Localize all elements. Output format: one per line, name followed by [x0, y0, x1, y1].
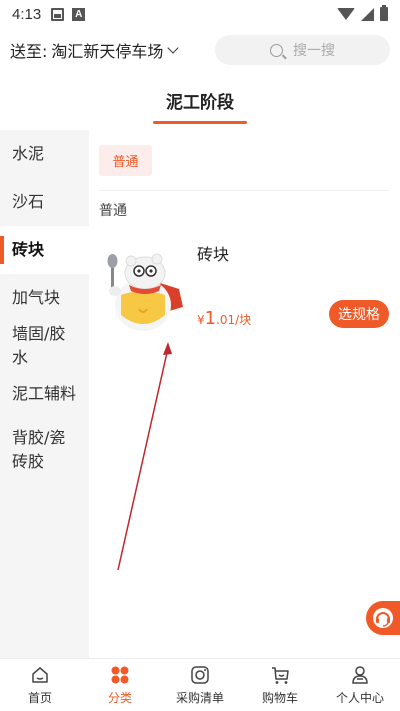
group-label: 普通 — [99, 203, 127, 219]
search-placeholder: 搜一搜 — [293, 43, 335, 59]
category-icon — [111, 666, 129, 684]
bottom-nav: 首页 分类 采购清单 购物车 个人中心 — [0, 658, 400, 711]
product-panel: 普通 普通 砖块 ¥1.01/块 选规格 — [89, 130, 400, 658]
stage-tab-indicator — [153, 121, 247, 124]
nav-label: 购物车 — [261, 691, 298, 705]
header: 送至: 淘汇新天停车场 搜一搜 — [0, 28, 400, 72]
price-integer: 1 — [204, 308, 217, 329]
sidebar-item-tile-adhesive[interactable]: 背胶/瓷砖胶 — [0, 418, 89, 484]
battery-icon — [380, 5, 388, 21]
sidebar-item-wall-glue[interactable]: 墙固/胶水 — [0, 322, 89, 370]
purchase-list-icon — [191, 666, 209, 684]
sidebar-item-cement[interactable]: 水泥 — [0, 130, 89, 178]
sidebar-item-label: 背胶/瓷砖胶 — [12, 428, 66, 471]
signal-icon — [361, 7, 374, 21]
cart-icon — [272, 667, 289, 684]
sidebar-item-masonry-accessories[interactable]: 泥工辅料 — [0, 370, 89, 418]
product-name[interactable]: 砖块 — [197, 241, 229, 265]
nav-category[interactable]: 分类 — [80, 659, 160, 711]
stage-title: 泥工阶段 — [166, 93, 234, 113]
mascot-illustration — [107, 253, 183, 331]
status-bar: 4:13 A — [0, 0, 400, 28]
nav-home[interactable]: 首页 — [0, 659, 80, 711]
divider — [99, 190, 390, 191]
sidebar-item-brick[interactable]: 砖块 — [0, 226, 89, 274]
delivery-location: 淘汇新天停车场 — [51, 42, 164, 61]
search-input[interactable]: 搜一搜 — [215, 35, 390, 65]
delivery-prefix: 送至: — [10, 42, 48, 61]
nav-label: 分类 — [107, 691, 132, 705]
chevron-down-icon — [167, 41, 180, 54]
sidebar-item-label: 加气块 — [12, 288, 61, 307]
search-icon — [270, 43, 283, 57]
sidebar-item-label: 沙石 — [12, 192, 45, 211]
nav-cart[interactable]: 购物车 — [240, 659, 320, 711]
delivery-location-selector[interactable]: 送至: 淘汇新天停车场 — [10, 38, 180, 62]
product-price: ¥1.01/块 — [197, 308, 251, 329]
image-notification-icon — [51, 7, 65, 21]
nav-label: 个人中心 — [335, 691, 384, 705]
wifi-icon — [337, 8, 355, 20]
home-icon — [32, 667, 48, 683]
category-sidebar: 水泥 沙石 砖块 加气块 墙固/胶水 泥工辅料 背胶/瓷砖胶 — [0, 130, 89, 658]
sidebar-item-label: 泥工辅料 — [12, 384, 77, 403]
sidebar-item-label: 水泥 — [12, 144, 45, 163]
nav-label: 首页 — [27, 691, 52, 705]
sidebar-item-sand[interactable]: 沙石 — [0, 178, 89, 226]
sidebar-item-label: 砖块 — [12, 240, 45, 259]
sidebar-item-aerated-block[interactable]: 加气块 — [0, 274, 89, 322]
select-spec-button[interactable]: 选规格 — [329, 300, 389, 328]
nav-profile[interactable]: 个人中心 — [320, 659, 400, 711]
price-symbol: ¥ — [197, 313, 205, 327]
nav-label: 采购清单 — [175, 691, 224, 705]
profile-icon — [352, 666, 368, 684]
filter-chip-normal[interactable]: 普通 — [99, 145, 152, 176]
app-notification-icon: A — [72, 7, 86, 21]
nav-purchase-list[interactable]: 采购清单 — [160, 659, 240, 711]
price-decimal-unit: .01/块 — [216, 313, 252, 327]
customer-service-button[interactable] — [366, 601, 400, 635]
headset-icon — [373, 608, 393, 628]
product-image[interactable] — [99, 237, 187, 337]
sidebar-item-label: 墙固/胶水 — [12, 324, 66, 367]
status-time: 4:13 — [12, 5, 42, 23]
